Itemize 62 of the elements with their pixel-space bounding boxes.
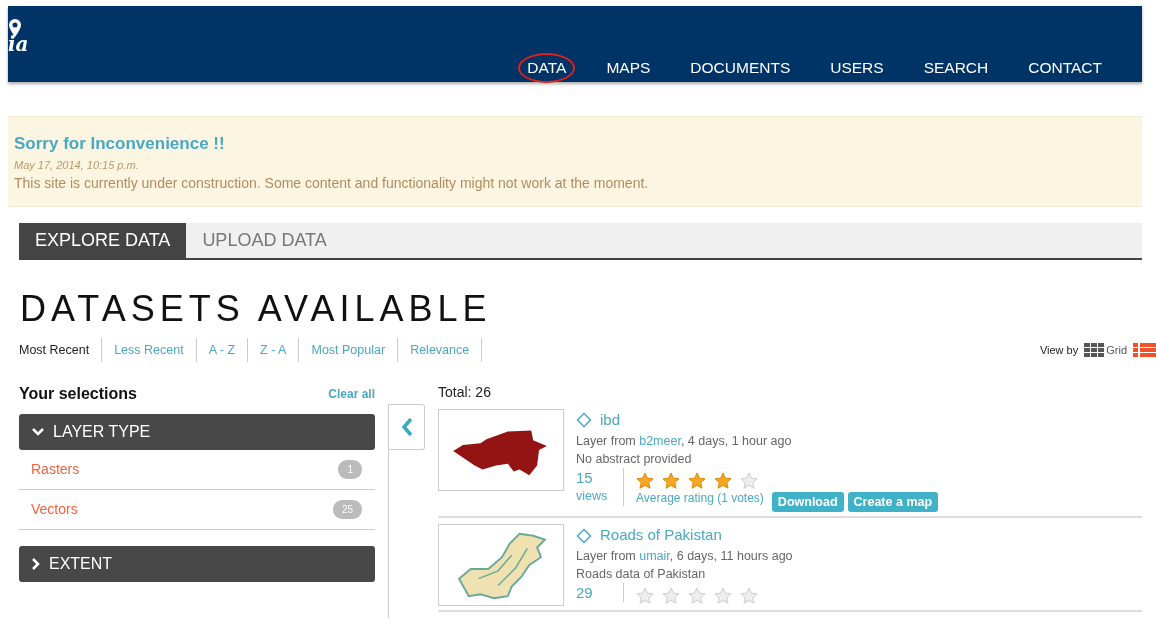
tab[interactable]: UPLOAD DATA bbox=[186, 223, 343, 258]
dataset-owner-line: Layer from umair, 6 days, 11 hours ago bbox=[576, 547, 794, 565]
nav-link[interactable]: DOCUMENTS bbox=[670, 56, 811, 80]
star-icon bbox=[714, 471, 732, 489]
sort-link[interactable]: Most Recent bbox=[19, 338, 103, 362]
view-option[interactable]: Grid bbox=[1084, 341, 1127, 359]
star-icon bbox=[740, 471, 758, 489]
star-icon bbox=[636, 586, 654, 604]
clear-all-link[interactable]: Clear all bbox=[328, 385, 375, 403]
notice-message: This site is currently under construction. Some content and functionality might not work at the moment. bbox=[14, 174, 650, 193]
tab[interactable]: EXPLORE DATA bbox=[19, 223, 187, 258]
count-badge: 25 bbox=[332, 500, 362, 519]
facet-option[interactable]: Vectors bbox=[31, 499, 78, 520]
facet-option[interactable]: Rasters bbox=[31, 459, 80, 480]
owner-link[interactable]: umair bbox=[639, 548, 670, 563]
total-count: Total: 26 bbox=[438, 383, 492, 402]
sort-link[interactable]: Relevance bbox=[398, 338, 483, 362]
star-icon bbox=[714, 586, 732, 604]
grid-icon bbox=[1084, 343, 1105, 357]
facet-header[interactable]: EXTENT bbox=[19, 546, 375, 582]
star-icon bbox=[662, 586, 680, 604]
chevron-down-icon bbox=[31, 427, 45, 437]
list-icon bbox=[1133, 343, 1156, 357]
dataset-title-link[interactable]: Roads of Pakistan bbox=[576, 524, 1142, 547]
diamond-icon bbox=[576, 412, 592, 429]
dataset-abstract: Roads data of Pakistan bbox=[576, 565, 707, 583]
rating-text: Average rating (1 votes) bbox=[636, 489, 764, 507]
dataset-title-link[interactable]: ibd bbox=[576, 409, 1142, 432]
selections-title: Your selections bbox=[19, 384, 137, 404]
chevron-left-icon bbox=[400, 417, 413, 437]
page-heading: DATASETS AVAILABLE bbox=[20, 287, 493, 331]
facet-header[interactable]: LAYER TYPE bbox=[19, 414, 375, 450]
owner-link[interactable]: b2meer bbox=[639, 433, 681, 448]
star-icon bbox=[740, 586, 758, 604]
action-button[interactable]: Create a map bbox=[847, 491, 939, 513]
star-icon bbox=[636, 471, 654, 489]
dataset-abstract: No abstract provided bbox=[576, 450, 693, 468]
view-count: 15 bbox=[576, 467, 594, 487]
notice-title: Sorry for Inconvenience !! bbox=[14, 133, 226, 155]
notice-date: May 17, 2014, 10:15 p.m. bbox=[14, 157, 140, 173]
action-button[interactable]: Download bbox=[771, 491, 844, 513]
count-badge: 1 bbox=[338, 460, 362, 479]
logo-text[interactable]: ia bbox=[8, 34, 29, 54]
view-by-label: View by bbox=[1039, 342, 1079, 358]
nav-link[interactable]: SEARCH bbox=[903, 56, 1009, 80]
sort-link[interactable]: Less Recent bbox=[102, 338, 197, 362]
views-label: views bbox=[576, 487, 609, 505]
nav-link[interactable]: USERS bbox=[810, 56, 904, 80]
chevron-right-icon bbox=[31, 557, 41, 571]
collapse-button[interactable] bbox=[389, 404, 425, 450]
view-option[interactable] bbox=[1133, 343, 1156, 357]
dataset-owner-line: Layer from b2meer, 4 days, 1 hour ago bbox=[576, 432, 793, 450]
star-icon bbox=[688, 471, 706, 489]
sort-link[interactable]: Most Popular bbox=[299, 338, 399, 362]
nav-link[interactable]: CONTACT bbox=[1008, 56, 1122, 80]
view-count: 29 bbox=[576, 582, 594, 602]
star-icon bbox=[662, 471, 680, 489]
sort-link[interactable]: A - Z bbox=[196, 338, 249, 362]
diamond-icon bbox=[576, 527, 592, 544]
nav-link[interactable]: MAPS bbox=[586, 56, 671, 80]
sort-link[interactable]: Z - A bbox=[248, 338, 300, 362]
star-icon bbox=[688, 586, 706, 604]
